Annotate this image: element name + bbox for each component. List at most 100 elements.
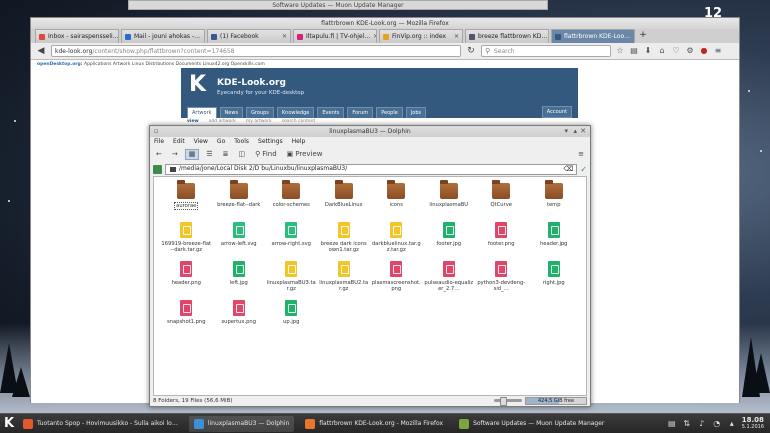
menu-icon[interactable]: ≡ [713,46,723,56]
site-title[interactable]: KDE-Look.org [217,78,286,88]
browser-tab[interactable]: Mail - jouni ahokas -…✕ [121,29,205,43]
site-nav-item[interactable]: News [219,107,244,118]
file-item[interactable]: pulseaudio-equalizer_2.7… [423,259,476,298]
opendesktop-brand[interactable]: openDesktop.org: [37,62,83,67]
tray-expand-icon[interactable]: ▴ [727,419,737,429]
url-bar[interactable]: kde-look.org/content/show.php/flattbrown… [51,45,461,57]
folder-item[interactable]: QtCurve [475,180,528,220]
site-nav-item[interactable]: Jobs [405,107,427,118]
location-input[interactable]: /media/jone/Local Disk 2/D bu/Linuxbu/li… [165,163,578,175]
browser-tab[interactable]: (1) Facebook ✕ [207,29,291,43]
home-icon[interactable]: ⌂ [657,46,667,56]
notifications-icon[interactable]: ◔ [712,419,722,429]
file-item[interactable]: breeze dark icons own1.tar.gz [318,220,371,259]
file-item[interactable]: linuxplasmaBU2.tar.gz [318,259,371,298]
taskbar-clock[interactable]: 18.08 5.1.2016 [742,416,764,431]
new-tab-icon[interactable]: + [637,29,649,43]
file-item[interactable]: footer.png [475,220,528,259]
browser-tab[interactable]: Inbox - sairaspensseli…✕ [35,29,119,43]
site-subnav-item[interactable]: search content [282,119,316,124]
folder-item[interactable]: linuxplasmaBU [423,180,476,220]
kde-logo-icon[interactable]: K [189,72,211,98]
menu-item[interactable]: View [194,137,208,147]
file-item[interactable]: header.jpg [528,220,581,259]
compact-view-icon[interactable]: ☰ [203,149,215,160]
folder-item[interactable]: icons [370,180,423,220]
find-button[interactable]: ⚲ Find [252,149,279,160]
split-icon[interactable]: ◫ [236,149,249,160]
window-menu-icon[interactable]: ▫ [154,127,159,136]
site-subnav-item[interactable]: my artwork [246,119,272,124]
places-icon[interactable] [153,164,162,174]
file-item[interactable]: footer.jpg [423,220,476,259]
extension-icon[interactable]: ⚙ [685,46,695,56]
volume-icon[interactable]: ♪ [697,419,707,429]
folder-item[interactable]: temp [528,180,581,220]
folder-item[interactable]: breeze-flat--dark [213,180,266,220]
opendesktop-links[interactable]: Applications Artwork Linux Distributions… [84,62,265,67]
download-icon[interactable]: ⬇ [643,46,653,56]
menu-item[interactable]: File [154,137,164,147]
site-nav-item[interactable]: Forum [347,107,374,118]
taskbar-task[interactable]: Software Updates — Muon Update Manager [454,416,609,432]
file-item[interactable]: arrow-left.svg [213,220,266,259]
file-item[interactable]: left.jpg [213,259,266,298]
browser-tab[interactable]: flattrbrown KDE-Loo…✕ [551,29,635,43]
taskbar-task[interactable]: Tuotanto Spop - Hovimuusikko - Sulla aik… [18,416,183,432]
tab-close-icon[interactable]: ✕ [633,30,634,43]
file-item[interactable]: linuxplasmaBU3.tar.gz [265,259,318,298]
icons-view-icon[interactable]: ▦ [184,148,200,160]
free-space-indicator[interactable]: 424,5 GiB free [525,397,587,405]
site-subnav-item[interactable]: view [187,119,199,124]
file-view[interactable]: aurorae breeze-flat--dark color-schemes Dar… [153,176,587,396]
menu-item[interactable]: Settings [258,137,283,147]
forward-icon[interactable]: → [169,149,181,160]
folder-item[interactable]: DarkBlueLinux [318,180,371,220]
site-nav-item[interactable]: Events [317,107,345,118]
bookmarks-icon[interactable]: ▤ [629,46,639,56]
browser-tab[interactable]: Iltapulu.fi | TV-ohjel…✕ [293,29,377,43]
minimize-icon[interactable]: ▾ [564,127,568,136]
back-icon[interactable]: ◀ [35,45,47,57]
maximize-icon[interactable]: ▴ [573,127,577,136]
taskbar-task[interactable]: linuxplasmaBU3 — Dolphin [188,415,295,432]
menu-item[interactable]: Help [292,137,306,147]
folder-item[interactable]: aurorae [160,180,213,220]
search-input[interactable]: Search [481,45,611,57]
dolphin-titlebar[interactable]: ▫ linuxplasmaBU3 — Dolphin ▾ ▴ ✕ [150,126,590,137]
menu-item[interactable]: Tools [234,137,249,147]
tab-close-icon[interactable]: ✕ [282,30,287,43]
clear-icon[interactable]: ⌫ [563,164,573,174]
hamburger-icon[interactable]: ≡ [575,149,587,160]
site-nav-item[interactable]: Artwork [187,107,217,118]
star-icon[interactable]: ☆ [615,46,625,56]
file-item[interactable]: right.jpg [528,259,581,298]
reload-icon[interactable]: ↻ [465,45,477,57]
menu-item[interactable]: Edit [173,137,185,147]
clipboard-icon[interactable]: ▤ [667,419,677,429]
details-view-icon[interactable]: ≣ [220,149,232,160]
file-item[interactable]: arrow-right.svg [265,220,318,259]
back-icon[interactable]: ← [153,149,165,160]
tab-close-icon[interactable]: ✕ [203,30,204,43]
taskbar-task[interactable]: flattrbrown KDE-Look.org - Mozilla Firef… [300,416,448,432]
site-subnav-item[interactable]: add artwork [209,119,236,124]
file-item[interactable]: darkbluelinux.tar.gz.tar.gz [370,220,423,259]
tab-close-icon[interactable]: ✕ [454,30,459,43]
adblock-icon[interactable]: ● [699,46,709,56]
application-launcher-icon[interactable]: K [0,415,18,433]
file-item[interactable]: python3-devdeng-sid_… [475,259,528,298]
pocket-icon[interactable]: ♡ [671,46,681,56]
site-nav-item[interactable]: Groups [246,107,274,118]
file-item[interactable]: plasmascreenshot.png [370,259,423,298]
site-nav-item[interactable]: Knowledge [276,107,315,118]
zoom-slider[interactable] [494,397,522,406]
file-item[interactable]: snapshot1.png [160,298,213,337]
confirm-icon[interactable]: ✓ [580,165,587,174]
muon-window-titlebar[interactable]: Software Updates — Muon Update Manager [128,0,548,10]
file-item[interactable]: header.png [160,259,213,298]
browser-tab[interactable]: FinVip.org :: index ✕ [379,29,463,43]
close-icon[interactable]: ✕ [580,127,586,136]
file-item[interactable]: 169919-breeze-flat--dark.tar.gz [160,220,213,259]
browser-tab[interactable]: breeze flattbrown KD…✕ [465,29,549,43]
